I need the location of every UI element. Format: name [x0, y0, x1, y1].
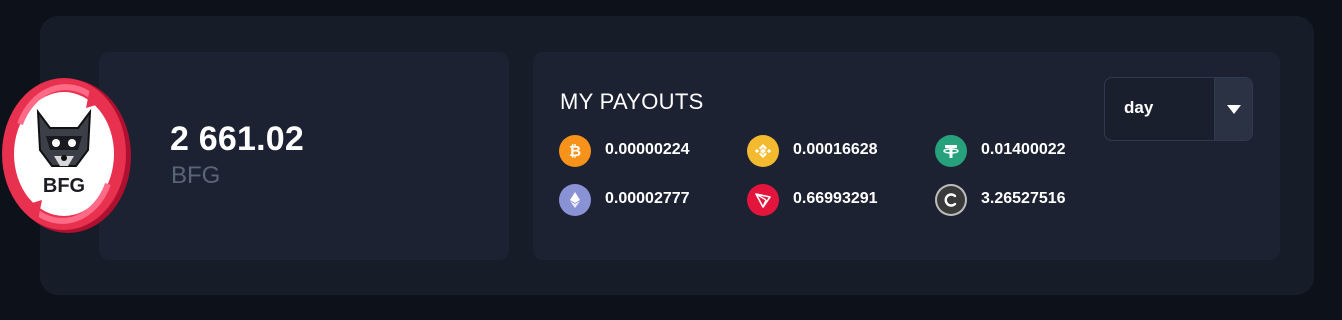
period-select[interactable]: day [1104, 77, 1253, 141]
bitcoin-payout-value: 0.00000224 [605, 141, 690, 158]
balance-unit: BFG [171, 162, 221, 189]
bfg-coin-icon [935, 184, 967, 216]
tron-payout-value: 0.66993291 [793, 190, 878, 207]
svg-text:₿: ₿ [569, 143, 581, 160]
period-select-value: day [1124, 98, 1154, 117]
ethereum-payout-value: 0.00002777 [605, 190, 690, 207]
bfg-payout-value: 3.26527516 [981, 190, 1066, 207]
bfg-token-logo: BFG [2, 78, 131, 233]
bitcoin-icon: ₿ [559, 135, 591, 167]
payouts-title: MY PAYOUTS [560, 89, 704, 114]
binance-payout-value: 0.00016628 [793, 141, 878, 158]
balance-card [99, 52, 509, 260]
dropdown-toggle[interactable] [1214, 78, 1252, 140]
tether-payout-value: 0.01400022 [981, 141, 1066, 158]
tron-icon [747, 184, 779, 216]
tether-icon [935, 135, 967, 167]
bfg-logo-text: BFG [43, 175, 85, 197]
ethereum-icon [559, 184, 591, 216]
balance-amount: 2 661.02 [170, 120, 304, 158]
binance-coin-icon [747, 135, 779, 167]
chevron-down-icon [1226, 104, 1241, 114]
